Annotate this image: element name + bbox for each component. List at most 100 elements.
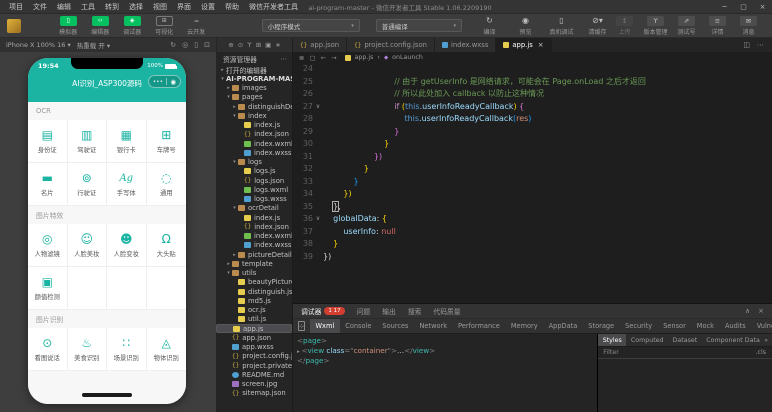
grid-icon[interactable]: ⊞ <box>256 41 261 49</box>
close-tab-icon[interactable]: × <box>538 41 544 49</box>
feature-cell[interactable]: ◎ 人物滤镜 <box>28 224 68 267</box>
wxml-node[interactable]: <page> <box>297 336 597 346</box>
feature-cell[interactable]: ∷ 场景识别 <box>107 328 147 371</box>
tree-item[interactable]: {} index.json <box>216 130 292 139</box>
tree-item[interactable]: index.wxml <box>216 232 292 241</box>
feature-cell[interactable]: Ag 手写体 <box>107 163 147 206</box>
feature-cell[interactable]: ◌ 通用 <box>146 163 186 206</box>
compile-mode-select[interactable]: 普通编译 ▾ <box>375 19 462 32</box>
tree-item[interactable]: {}project.private.config.js… <box>216 361 292 370</box>
minimize-button[interactable]: ─ <box>715 3 734 11</box>
tree-item[interactable]: ▾ index <box>216 111 292 120</box>
tree-item[interactable]: ▾ pages <box>216 93 292 102</box>
tree-item[interactable]: ocr.js <box>216 306 292 315</box>
breadcrumb-symbol[interactable]: onLaunch <box>392 54 423 61</box>
feature-cell[interactable]: ⊞ 车牌号 <box>146 120 186 163</box>
tree-item[interactable]: index.js <box>216 213 292 222</box>
devtools-tab[interactable]: Vulnerability <box>751 319 772 333</box>
split-editor-icon[interactable]: ◫ <box>743 41 750 49</box>
styles-tab[interactable]: Styles <box>598 334 627 346</box>
devtools-tab[interactable]: Wxml <box>310 319 340 333</box>
wxml-node[interactable]: ▸ <view class="container">…</view> <box>297 346 597 356</box>
breadcrumb-file[interactable]: app.js <box>355 54 374 61</box>
upload-button[interactable]: ↥ 上传 <box>611 15 638 36</box>
menu-item[interactable]: 选择 <box>124 2 148 12</box>
search-icon[interactable]: ⊙ <box>238 41 243 49</box>
close-button[interactable]: × <box>753 3 772 11</box>
tree-item[interactable]: ▾AI-PROGRAM-MASTER <box>216 74 292 83</box>
menu-item[interactable]: 界面 <box>172 2 196 12</box>
tree-item[interactable]: ▸ images <box>216 84 292 93</box>
devtools-tab[interactable]: Sources <box>377 319 414 333</box>
devtools-tab[interactable]: Performance <box>453 319 506 333</box>
menu-item[interactable]: 编辑 <box>52 2 76 12</box>
feature-cell[interactable]: ☻ 人脸变妆 <box>107 224 147 267</box>
menu-item[interactable]: 帮助 <box>220 2 244 12</box>
tree-item[interactable]: distinguish.js <box>216 287 292 296</box>
feature-cell[interactable]: ◬ 物体识别 <box>146 328 186 371</box>
menu-item[interactable]: 项目 <box>4 2 28 12</box>
detach-window-icon[interactable]: ⊡ <box>204 41 210 49</box>
devtools-tab[interactable]: Sensor <box>658 319 692 333</box>
version-control-button[interactable]: ϒ 版本管理 <box>642 15 669 36</box>
editor-toggle[interactable]: ‹› 编辑器 <box>87 15 114 36</box>
tree-item[interactable]: {} logs.json <box>216 176 292 185</box>
panel-tab[interactable]: 调试器 1 17 <box>301 306 345 316</box>
tree-item[interactable]: app.js <box>216 324 292 334</box>
tree-item[interactable]: logs.wxss <box>216 195 292 204</box>
save-all-icon[interactable]: ▢ <box>309 54 315 62</box>
feature-cell[interactable]: ▣ 颜值检测 <box>28 267 68 310</box>
menu-item[interactable]: 转到 <box>100 2 124 12</box>
details-button[interactable]: ≡ 详情 <box>704 15 731 36</box>
preview-panel-icon[interactable]: ▣ <box>265 41 271 49</box>
compile-button[interactable]: ↻ 编译 <box>476 15 503 36</box>
clear-cache-button[interactable]: ⊘▾ 清缓存 <box>584 15 611 36</box>
code-lines[interactable]: 24 25 // 由于 getUserInfo 是网络请求，可能会在 Page.on… <box>293 63 772 263</box>
styles-tab[interactable]: Computed <box>626 334 668 346</box>
tree-item[interactable]: logs.js <box>216 167 292 176</box>
maximize-button[interactable]: ▢ <box>734 3 753 11</box>
styles-tab[interactable]: Dataset <box>668 334 702 346</box>
git-icon[interactable]: ϒ <box>247 41 252 49</box>
visualization-toggle[interactable]: ⊞ 可视化 <box>151 15 178 36</box>
hot-reload-toggle[interactable]: 热重载 开 ▾ <box>77 40 110 50</box>
tree-item[interactable]: {} app.json <box>216 333 292 342</box>
tree-item[interactable]: README.md <box>216 370 292 379</box>
wxml-node[interactable]: </page> <box>297 356 597 366</box>
simulator-toggle[interactable]: ▯ 模拟器 <box>55 15 82 36</box>
devtools-tab[interactable]: Network <box>414 319 453 333</box>
tree-item[interactable]: util.js <box>216 315 292 324</box>
capsule-more-button[interactable]: ••• <box>153 79 163 85</box>
outline-icon[interactable]: ≣ <box>299 54 304 62</box>
tree-item[interactable]: index.wxss <box>216 241 292 250</box>
cloud-dev-button[interactable]: ☁ 云开发 <box>183 16 210 36</box>
feature-cell[interactable]: ♨ 美食识别 <box>67 328 107 371</box>
filter-input[interactable]: Filter <box>598 349 619 356</box>
panel-tab[interactable]: 输出 <box>382 306 396 316</box>
user-avatar[interactable] <box>7 18 21 33</box>
feature-cell[interactable]: Ω 大头贴 <box>146 224 186 267</box>
feature-cell[interactable]: ▬ 名片 <box>28 163 68 206</box>
feature-cell[interactable]: ▤ 身份证 <box>28 120 68 163</box>
rotate-icon[interactable]: ↻ <box>170 41 176 49</box>
panel-tab[interactable]: 代码质量 <box>433 306 460 316</box>
devtools-tab[interactable]: AppData <box>543 319 583 333</box>
tree-item[interactable]: screen.jpg <box>216 380 292 389</box>
close-panel-icon[interactable]: × <box>758 307 764 315</box>
feature-cell[interactable]: ⊚ 行驶证 <box>67 163 107 206</box>
inspect-element-icon[interactable]: ⊹ <box>298 321 306 331</box>
more-tabs-icon[interactable]: » <box>764 337 772 344</box>
tree-item[interactable]: {} index.json <box>216 222 292 231</box>
new-file-icon[interactable]: ⊕ <box>228 41 233 49</box>
tree-item[interactable]: ▸ pictureDetail <box>216 250 292 259</box>
tree-item[interactable]: logs.wxml <box>216 185 292 194</box>
collapse-panel-icon[interactable]: ∧ <box>745 307 750 315</box>
tree-item[interactable]: {}project.config.json <box>216 352 292 361</box>
tree-item[interactable]: index.wxml <box>216 139 292 148</box>
locate-icon[interactable]: ◎ <box>182 41 188 49</box>
styles-tab[interactable]: Component Data <box>702 334 765 346</box>
devtools-tab[interactable]: Memory <box>505 319 543 333</box>
tree-item[interactable]: md5.js <box>216 296 292 305</box>
tree-item[interactable]: ▾ utils <box>216 269 292 278</box>
mode-select[interactable]: 小程序模式 ▾ <box>261 19 360 32</box>
